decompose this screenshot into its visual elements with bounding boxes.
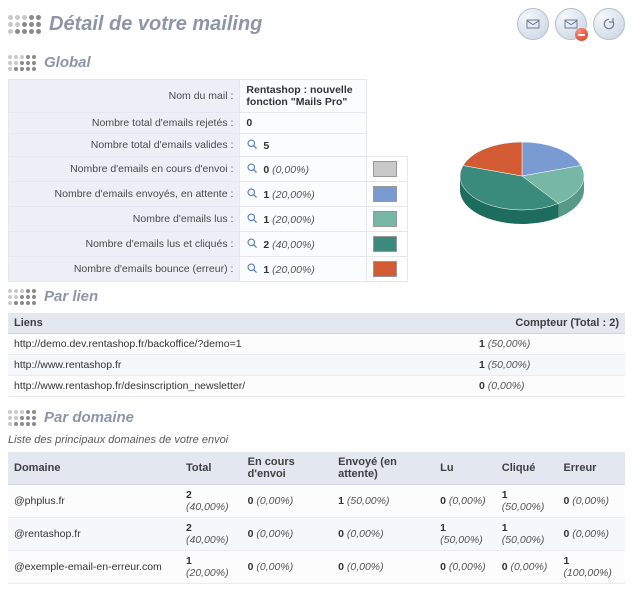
action-icons (517, 8, 625, 40)
domain-name: @phplus.fr (8, 485, 180, 518)
link-count: 0 (0,00%) (473, 376, 625, 397)
refresh-button[interactable] (593, 8, 625, 40)
domain-cell: 0 (0,00%) (242, 485, 332, 518)
domain-cell: 0 (0,00%) (557, 485, 625, 518)
col-total: Total (180, 452, 242, 485)
table-row: @exemple-email-en-erreur.com1 (20,00%)0 … (8, 551, 625, 584)
col-counter: Compteur (Total : 2) (473, 313, 625, 334)
domain-cell: 0 (0,00%) (242, 518, 332, 551)
legend-swatch (367, 157, 408, 182)
table-row: Nom du mail :Rentashop : nouvelle foncti… (9, 80, 408, 113)
domain-cell: 2 (40,00%) (180, 485, 242, 518)
table-row: Nombre total d'emails rejetés :0 (9, 113, 408, 134)
bullet-icon (8, 410, 36, 426)
domain-table: DomaineTotalEn cours d'envoiEnvoyé (en a… (8, 452, 625, 584)
col-domain: Domaine (8, 452, 180, 485)
domain-cell: 0 (0,00%) (557, 518, 625, 551)
link-count: 1 (50,00%) (473, 334, 625, 355)
col-error: Erreur (557, 452, 625, 485)
domain-cell: 0 (0,00%) (242, 551, 332, 584)
col-sending: En cours d'envoi (242, 452, 332, 485)
page-header: Détail de votre mailing (8, 8, 625, 40)
table-row: http://www.rentashop.fr/desinscription_n… (8, 376, 625, 397)
table-row: @rentashop.fr2 (40,00%)0 (0,00%)0 (0,00%… (8, 518, 625, 551)
domain-cell: 0 (0,00%) (332, 551, 434, 584)
bullet-icon (8, 55, 36, 71)
table-row: http://demo.dev.rentashop.fr/backoffice/… (8, 334, 625, 355)
domain-cell: 1 (50,00%) (496, 485, 558, 518)
section-title-global: Global (44, 54, 91, 71)
stat-value: 5 (240, 134, 367, 157)
zoom-icon[interactable] (246, 262, 259, 275)
domain-cell: 0 (0,00%) (332, 518, 434, 551)
stat-label: Nombre d'emails lus et cliqués : (9, 232, 240, 257)
link-url[interactable]: http://demo.dev.rentashop.fr/backoffice/… (8, 334, 473, 355)
stat-label: Nombre d'emails lus : (9, 207, 240, 232)
section-head-global: Global (8, 54, 625, 71)
stat-value: 2 (40,00%) (240, 232, 367, 257)
table-row: Nombre d'emails envoyés, en attente :1 (… (9, 182, 408, 207)
domain-cell: 0 (0,00%) (434, 485, 496, 518)
domain-name: @exemple-email-en-erreur.com (8, 551, 180, 584)
col-read: Lu (434, 452, 496, 485)
table-row: Nombre d'emails bounce (erreur) :1 (20,0… (9, 257, 408, 282)
domain-cell: 1 (50,00%) (332, 485, 434, 518)
legend-swatch (367, 232, 408, 257)
pardomaine-subtitle: Liste des principaux domaines de votre e… (8, 434, 625, 446)
zoom-icon[interactable] (246, 162, 259, 175)
stat-label: Nombre d'emails bounce (erreur) : (9, 257, 240, 282)
stat-value: 1 (20,00%) (240, 257, 367, 282)
global-stats-table: Nom du mail :Rentashop : nouvelle foncti… (8, 79, 408, 282)
link-url[interactable]: http://www.rentashop.fr/desinscription_n… (8, 376, 473, 397)
section-head-pardomaine: Par domaine (8, 409, 625, 426)
pie-chart (418, 79, 625, 282)
link-count: 1 (50,00%) (473, 355, 625, 376)
mail-button[interactable] (517, 8, 549, 40)
legend-swatch (367, 207, 408, 232)
table-row: @phplus.fr2 (40,00%)0 (0,00%)1 (50,00%)0… (8, 485, 625, 518)
domain-cell: 1 (100,00%) (557, 551, 625, 584)
domain-cell: 0 (0,00%) (434, 551, 496, 584)
col-sent: Envoyé (en attente) (332, 452, 434, 485)
zoom-icon[interactable] (246, 237, 259, 250)
stat-label: Nombre d'emails en cours d'envoi : (9, 157, 240, 182)
zoom-icon[interactable] (246, 187, 259, 200)
legend-swatch (367, 257, 408, 282)
zoom-icon[interactable] (246, 212, 259, 225)
remove-badge-icon (575, 28, 588, 41)
section-title-pardomaine: Par domaine (44, 409, 134, 426)
stat-value: Rentashop : nouvelle fonction "Mails Pro… (240, 80, 367, 113)
zoom-icon[interactable] (246, 138, 259, 151)
table-row: Nombre total d'emails valides :5 (9, 134, 408, 157)
domain-cell: 1 (50,00%) (496, 518, 558, 551)
table-row: Nombre d'emails lus et cliqués :2 (40,00… (9, 232, 408, 257)
table-row: Nombre d'emails en cours d'envoi :0 (0,0… (9, 157, 408, 182)
bullet-icon (8, 289, 36, 305)
title-bullet-icon (8, 15, 41, 34)
domain-cell: 2 (40,00%) (180, 518, 242, 551)
stat-label: Nombre d'emails envoyés, en attente : (9, 182, 240, 207)
section-head-parlien: Par lien (8, 288, 625, 305)
section-title-parlien: Par lien (44, 288, 98, 305)
legend-swatch (367, 182, 408, 207)
stat-value: 1 (20,00%) (240, 182, 367, 207)
stat-value: 0 (240, 113, 367, 134)
domain-name: @rentashop.fr (8, 518, 180, 551)
col-clicked: Cliqué (496, 452, 558, 485)
stat-value: 1 (20,00%) (240, 207, 367, 232)
domain-cell: 1 (50,00%) (434, 518, 496, 551)
stat-label: Nombre total d'emails rejetés : (9, 113, 240, 134)
col-links: Liens (8, 313, 473, 334)
table-row: Nombre d'emails lus :1 (20,00%) (9, 207, 408, 232)
domain-cell: 1 (20,00%) (180, 551, 242, 584)
mail-remove-button[interactable] (555, 8, 587, 40)
domain-cell: 0 (0,00%) (496, 551, 558, 584)
stat-value: 0 (0,00%) (240, 157, 367, 182)
table-row: http://www.rentashop.fr1 (50,00%) (8, 355, 625, 376)
stat-label: Nombre total d'emails valides : (9, 134, 240, 157)
links-table: Liens Compteur (Total : 2) http://demo.d… (8, 313, 625, 397)
stat-label: Nom du mail : (9, 80, 240, 113)
page-title: Détail de votre mailing (49, 13, 262, 36)
link-url[interactable]: http://www.rentashop.fr (8, 355, 473, 376)
